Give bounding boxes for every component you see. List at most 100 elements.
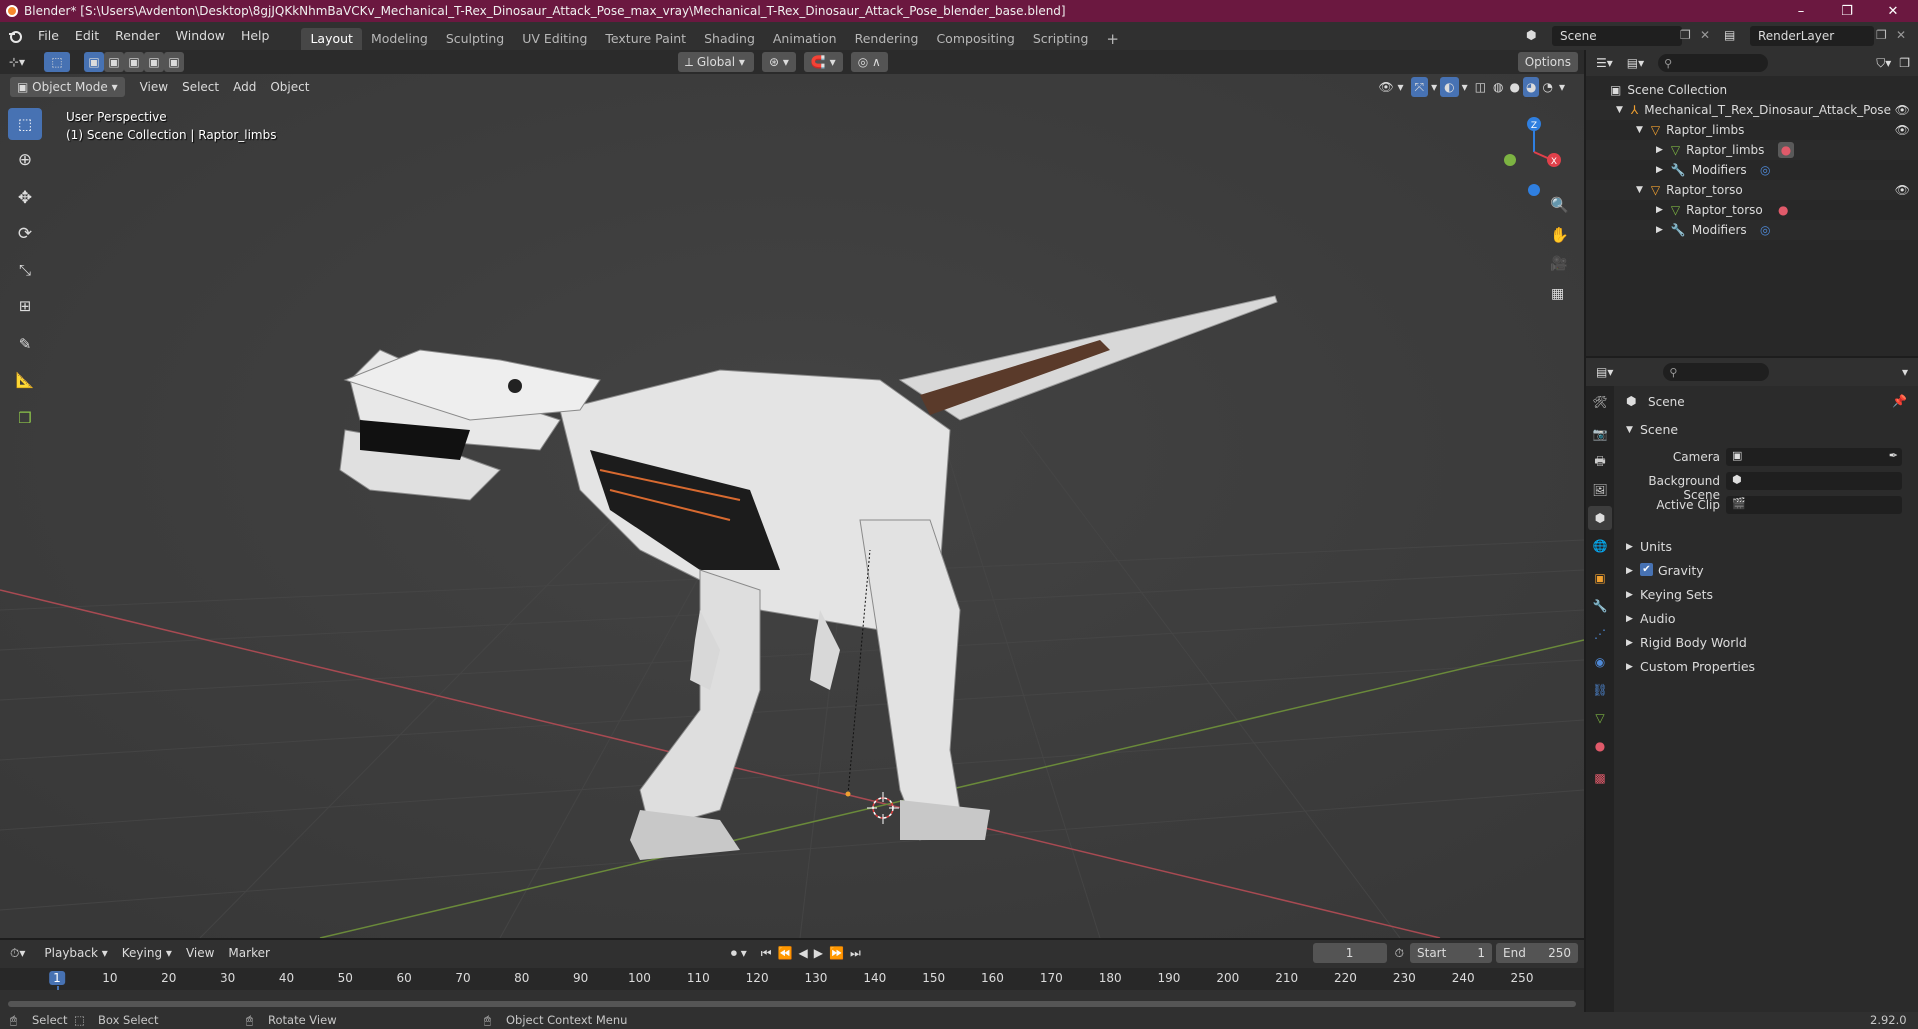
section-arrow-icon[interactable]: ▶	[1626, 662, 1633, 672]
options-dropdown[interactable]: Options	[1517, 52, 1578, 72]
expand-arrow-icon[interactable]: ▼	[1616, 105, 1623, 115]
close-window-button[interactable]: ✕	[1872, 0, 1914, 22]
menu-window[interactable]: Window	[168, 22, 233, 50]
start-frame-field[interactable]: Start 1	[1410, 943, 1492, 963]
tab-layout[interactable]: Layout	[301, 28, 362, 50]
view-layer-field[interactable]: RenderLayer	[1750, 26, 1874, 46]
outliner-row-modifiers[interactable]: ▶ 🔧 Modifiers ◎	[1586, 220, 1918, 240]
tab-tool[interactable]: 🛠	[1588, 390, 1612, 414]
tab-texture-paint[interactable]: Texture Paint	[596, 28, 695, 50]
display-mode-icon[interactable]: ▤▾	[1627, 56, 1644, 70]
tab-sculpting[interactable]: Sculpting	[437, 28, 513, 50]
navigation-gizmo[interactable]: Z X	[1500, 110, 1580, 200]
minimize-button[interactable]: –	[1780, 0, 1822, 22]
tab-object[interactable]: ▣	[1588, 566, 1612, 590]
tab-modifiers[interactable]: 🔧	[1588, 594, 1612, 618]
delete-scene-icon[interactable]: ✕	[1700, 28, 1710, 42]
delete-view-layer-icon[interactable]: ✕	[1896, 28, 1906, 42]
outliner-row-raptor-torso-mesh[interactable]: ▶ ▽ Raptor_torso ●	[1586, 200, 1918, 220]
section-gravity[interactable]: Gravity	[1658, 563, 1704, 578]
playhead-line[interactable]	[57, 986, 59, 990]
tab-material[interactable]: ●	[1588, 734, 1612, 758]
section-units[interactable]: Units	[1640, 539, 1672, 554]
add-cube-tool[interactable]: ❒	[8, 402, 42, 434]
shading-solid-icon[interactable]: ●	[1507, 77, 1523, 97]
play-reverse-icon[interactable]: ◀	[799, 946, 808, 960]
pan-hand-icon[interactable]: ✋	[1550, 226, 1569, 244]
scene-panel-header[interactable]: Scene	[1640, 422, 1678, 437]
menu-add[interactable]: Add	[226, 77, 263, 97]
menu-select[interactable]: Select	[175, 77, 226, 97]
tab-world[interactable]: 🌐	[1588, 534, 1612, 558]
annotate-tool[interactable]: ✎	[8, 328, 42, 360]
menu-file[interactable]: File	[30, 22, 67, 50]
timeline-ruler[interactable]: 1 10 20 30 40 50 60 70 80 90 100 110 120 130 140 150 160…	[0, 968, 1584, 990]
end-frame-field[interactable]: End 250	[1496, 943, 1578, 963]
menu-marker[interactable]: Marker	[221, 943, 276, 963]
menu-help[interactable]: Help	[233, 22, 278, 50]
jump-end-icon[interactable]: ⏭	[850, 946, 861, 961]
new-view-layer-icon[interactable]: ❐	[1876, 28, 1887, 42]
3d-viewport[interactable]: ⊹▾ ⬚ ▣ ▣ ▣ ▣ ▣ ⟂ Global ▾ ⊛ ▾ 🧲 ▾ ◎ ∧ Op…	[0, 50, 1584, 938]
pin-icon[interactable]: 📌	[1892, 394, 1907, 408]
properties-search-input[interactable]: ⚲	[1663, 363, 1770, 381]
rotate-tool[interactable]: ⟳	[8, 218, 42, 250]
tab-texture[interactable]: ▩	[1588, 766, 1612, 790]
tab-physics[interactable]: ◉	[1588, 650, 1612, 674]
select-mode-icon[interactable]: ⬚	[44, 52, 70, 72]
tab-rendering[interactable]: Rendering	[846, 28, 928, 50]
section-audio[interactable]: Audio	[1640, 611, 1676, 626]
menu-object[interactable]: Object	[263, 77, 316, 97]
tab-render[interactable]: 📷	[1588, 422, 1612, 446]
section-arrow-icon[interactable]: ▶	[1626, 542, 1633, 552]
new-scene-icon[interactable]: ❐	[1680, 28, 1691, 42]
jump-start-icon[interactable]: ⏮	[761, 946, 772, 961]
transform-orientation-dropdown[interactable]: ⟂ Global ▾	[678, 52, 754, 72]
move-tool[interactable]: ✥	[8, 182, 42, 214]
proportional-edit-icon[interactable]: ◎ ∧	[850, 52, 888, 72]
collapse-arrow-icon[interactable]: ▶	[1656, 225, 1663, 235]
view-layer-icon[interactable]: ▤	[1724, 28, 1735, 42]
select-box-new-icon[interactable]: ▣	[84, 52, 104, 72]
tab-shading[interactable]: Shading	[695, 28, 764, 50]
outliner-row-raptor-torso[interactable]: ▼ ▽ Raptor_torso 👁	[1586, 180, 1918, 200]
xray-icon[interactable]: ◫	[1471, 77, 1490, 97]
new-collection-icon[interactable]: ❐	[1899, 56, 1910, 70]
section-rigid-body-world[interactable]: Rigid Body World	[1640, 635, 1747, 650]
menu-render[interactable]: Render	[107, 22, 168, 50]
measure-tool[interactable]: 📐	[8, 364, 42, 396]
filter-icon[interactable]: ⛉▾	[1876, 56, 1891, 71]
prev-keyframe-icon[interactable]: ⏪	[778, 946, 793, 960]
outliner-row-raptor-limbs-mesh[interactable]: ▶ ▽ Raptor_limbs ●	[1586, 140, 1918, 160]
select-box-intersect-icon[interactable]: ▣	[164, 52, 184, 72]
mode-dropdown[interactable]: ▣ Object Mode ▾	[10, 77, 125, 97]
properties-editor-type-icon[interactable]: ▤▾	[1596, 365, 1613, 379]
visibility-icon[interactable]: 👁 ▾	[1371, 77, 1410, 97]
background-scene-field[interactable]: ⬢	[1726, 472, 1902, 490]
section-arrow-icon[interactable]: ▶	[1626, 566, 1633, 576]
editor-type-icon[interactable]: ⊹▾	[0, 55, 34, 69]
outliner-row-modifiers[interactable]: ▶ 🔧 Modifiers ◎	[1586, 160, 1918, 180]
tab-view-layer[interactable]: 🖼	[1588, 478, 1612, 502]
tab-modeling[interactable]: Modeling	[362, 28, 437, 50]
maximize-button[interactable]: ❐	[1826, 0, 1868, 22]
menu-view[interactable]: View	[133, 77, 175, 97]
snap-icon[interactable]: 🧲 ▾	[803, 52, 843, 72]
ortho-toggle-icon[interactable]: ▦	[1551, 286, 1564, 302]
tab-particles[interactable]: ⋰	[1588, 622, 1612, 646]
next-keyframe-icon[interactable]: ⏩	[829, 946, 844, 960]
menu-view[interactable]: View	[179, 943, 221, 963]
tab-constraints[interactable]: ⛓	[1588, 678, 1612, 702]
scale-tool[interactable]: ⤡	[8, 254, 42, 286]
menu-keying[interactable]: Keying ▾	[115, 943, 179, 963]
menu-playback[interactable]: Playback ▾	[37, 943, 114, 963]
pivot-point-icon[interactable]: ⊛ ▾	[762, 52, 796, 72]
section-arrow-icon[interactable]: ▶	[1626, 638, 1633, 648]
visibility-eye-icon[interactable]: 👁	[1895, 183, 1910, 197]
transform-tool[interactable]: ⊞	[8, 290, 42, 322]
panel-expand-arrow-icon[interactable]: ▼	[1626, 425, 1633, 435]
tab-compositing[interactable]: Compositing	[927, 28, 1023, 50]
shading-material-icon[interactable]: ◕	[1523, 77, 1540, 97]
camera-field[interactable]: ▣ ✒	[1726, 448, 1902, 466]
visibility-eye-icon[interactable]: 👁	[1895, 123, 1910, 137]
